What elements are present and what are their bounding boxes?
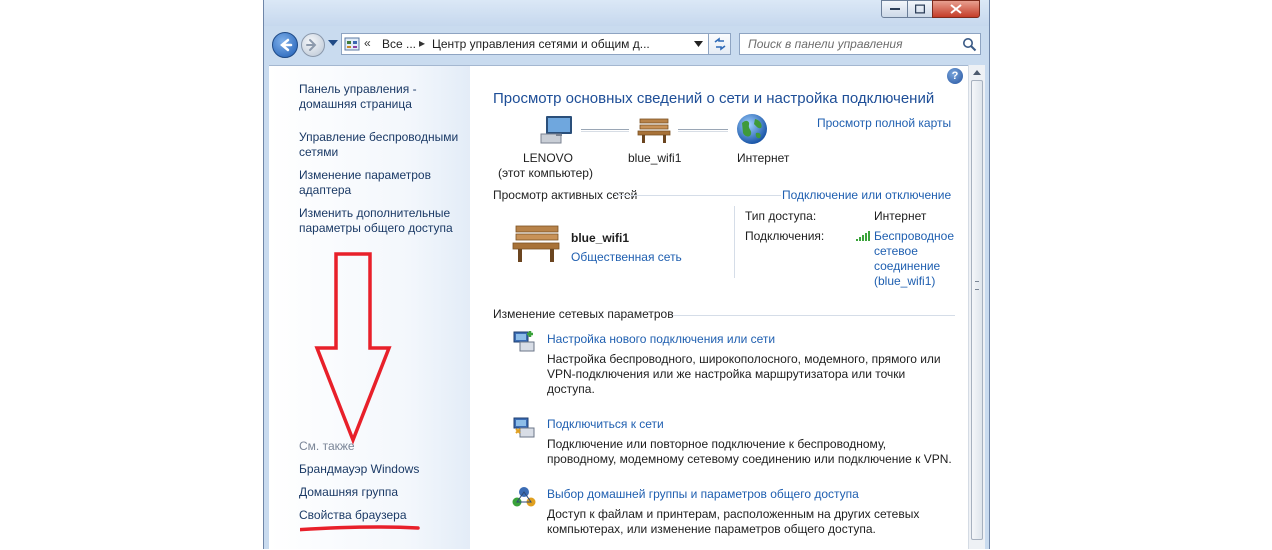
active-network-name: blue_wifi1 (571, 231, 630, 245)
title-bar (264, 0, 989, 26)
bench-icon (512, 225, 560, 262)
connect-disconnect-link[interactable]: Подключение или отключение (782, 188, 951, 202)
computer-icon (540, 116, 572, 144)
forward-button[interactable] (301, 33, 325, 57)
description-line: Подключение или повторное подключение к … (547, 437, 887, 451)
address-dropdown-icon[interactable] (694, 41, 703, 47)
sidebar-item-adapter-settings[interactable]: Изменение параметров адаптера (299, 168, 469, 198)
description-line: доступа. (547, 382, 595, 396)
network-type-link[interactable]: Общественная сеть (571, 250, 682, 264)
computer-name: LENOVO (523, 151, 574, 165)
globe-icon (737, 114, 767, 144)
search-box[interactable] (739, 33, 981, 55)
maximize-button[interactable] (907, 0, 933, 18)
connections-label: Подключения: (745, 229, 825, 243)
homegroup-sharing-description: Доступ к файлам и принтерам, расположенн… (547, 507, 919, 537)
connection-line-2: сетевое (874, 244, 918, 258)
scroll-up-icon[interactable] (973, 70, 981, 75)
address-bar[interactable]: « Все ... ▸ Центр управления сетями и об… (341, 33, 709, 55)
connection-line-4: (blue_wifi1) (874, 274, 936, 288)
connection-line-1: Беспроводное (874, 229, 955, 243)
vertical-scrollbar[interactable] (968, 65, 985, 549)
refresh-button[interactable] (709, 33, 731, 55)
description-line: Доступ к файлам и принтерам, расположенн… (547, 507, 920, 521)
main-content-pane: Просмотр основных сведений о сети и наст… (470, 65, 968, 549)
annotation-arrow (300, 252, 420, 532)
close-icon (950, 4, 962, 14)
connect-to-network-description: Подключение или повторное подключение к … (547, 437, 952, 467)
connection-link[interactable]: Беспроводное сетевое соединение (blue_wi… (874, 229, 954, 289)
map-internet-label: Интернет (737, 151, 790, 165)
control-panel-icon (344, 37, 360, 51)
forward-arrow-icon (306, 39, 317, 51)
new-connection-icon (513, 331, 535, 352)
close-button[interactable] (932, 0, 980, 18)
bench-icon (637, 118, 671, 143)
breadcrumb-current[interactable]: Центр управления сетями и общим д... (432, 37, 650, 51)
sidebar-item-control-panel-home[interactable]: Панель управления - домашняя страница (299, 82, 469, 112)
back-button[interactable] (272, 32, 298, 58)
sidebar-item-manage-wireless[interactable]: Управление беспроводными сетями (299, 130, 469, 160)
search-input[interactable] (740, 34, 963, 54)
history-dropdown-icon[interactable] (328, 40, 338, 46)
divider (616, 195, 781, 196)
back-arrow-icon (280, 38, 293, 52)
scrollbar-grip (975, 281, 979, 290)
breadcrumb-separator: « (364, 36, 371, 50)
map-network-name: blue_wifi1 (628, 151, 682, 165)
breadcrumb-all[interactable]: Все ... (382, 37, 416, 51)
connection-line-3: соединение (874, 259, 941, 273)
divider (673, 315, 955, 316)
setup-connection-description: Настройка беспроводного, широкополосного… (547, 352, 941, 397)
search-icon[interactable] (962, 37, 977, 52)
page-title: Просмотр основных сведений о сети и наст… (493, 90, 935, 107)
sidebar-item-sharing-settings[interactable]: Изменить дополнительные параметры общего… (299, 206, 469, 236)
connect-to-network-link[interactable]: Подключиться к сети (547, 417, 664, 431)
map-connector-1 (581, 129, 629, 132)
divider (734, 206, 735, 278)
minimize-icon (889, 8, 900, 10)
view-full-map-link[interactable]: Просмотр полной карты (817, 116, 951, 130)
signal-icon (856, 231, 870, 241)
help-icon[interactable]: ? (947, 68, 963, 84)
minimize-button[interactable] (881, 0, 908, 18)
computer-subtitle: (этот компьютер) (498, 166, 593, 180)
refresh-icon (714, 37, 726, 51)
access-type-value: Интернет (874, 209, 927, 223)
description-line: компьютерах, или изменение параметров об… (547, 522, 876, 536)
description-line: Настройка беспроводного, широкополосного… (547, 352, 941, 366)
connect-network-icon (513, 417, 535, 438)
scrollbar-thumb[interactable] (971, 80, 983, 540)
description-line: проводному, модемному сетевому соединени… (547, 452, 952, 466)
map-connector-2 (678, 129, 728, 132)
access-type-label: Тип доступа: (745, 209, 817, 223)
description-line: VPN-подключения или же настройка маршрут… (547, 367, 906, 381)
homegroup-sharing-link[interactable]: Выбор домашней группы и параметров общег… (547, 487, 859, 501)
change-settings-header: Изменение сетевых параметров (493, 307, 674, 321)
setup-connection-link[interactable]: Настройка нового подключения или сети (547, 332, 775, 346)
breadcrumb-arrow: ▸ (419, 36, 426, 50)
maximize-icon (915, 4, 925, 14)
homegroup-icon (512, 487, 536, 507)
